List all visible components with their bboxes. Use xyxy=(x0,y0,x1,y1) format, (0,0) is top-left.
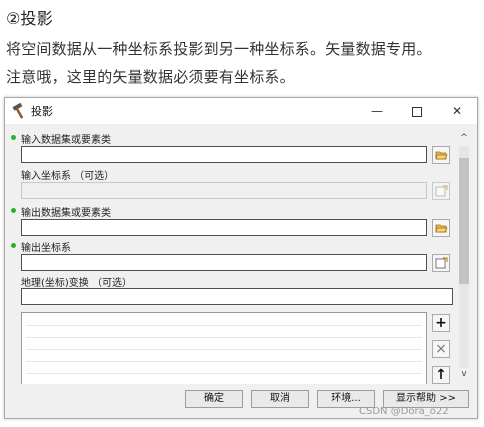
dialog-title: 投影 xyxy=(31,105,53,118)
input-coordsys-field[interactable] xyxy=(21,182,427,199)
folder-open-icon xyxy=(435,151,448,160)
properties-icon xyxy=(435,257,448,269)
browse-input-button[interactable] xyxy=(432,146,450,164)
description-line-2: 注意哦，这里的矢量数据必须要有坐标系。 xyxy=(6,68,295,86)
title-bar[interactable]: 投影 — ✕ xyxy=(5,98,477,124)
geo-transform-list[interactable] xyxy=(21,312,427,384)
properties-icon xyxy=(435,185,448,197)
vertical-scrollbar[interactable]: ^ v xyxy=(457,130,471,382)
folder-open-icon xyxy=(435,224,448,233)
add-item-button[interactable]: + xyxy=(432,314,450,332)
section-heading: ②投影 xyxy=(6,9,53,28)
geo-transform-field[interactable] xyxy=(21,288,453,305)
scroll-down-arrow[interactable]: v xyxy=(457,368,471,380)
maximize-icon xyxy=(412,106,422,117)
hammer-icon xyxy=(11,102,29,120)
input-dataset-field[interactable] xyxy=(21,146,427,163)
required-indicator xyxy=(11,208,16,213)
input-coordsys-properties-button[interactable] xyxy=(432,182,450,200)
browse-output-button[interactable] xyxy=(432,219,450,237)
watermark: CSDN @Dora_o22 xyxy=(359,406,449,417)
move-up-button[interactable]: ↑ xyxy=(432,366,450,384)
required-indicator xyxy=(11,135,16,140)
parameters-panel: 输入数据集或要素类 输入坐标系 （可选） 输出数据集或要素类 输出坐标系 地理(… xyxy=(5,124,477,384)
output-coordsys-properties-button[interactable] xyxy=(432,254,450,272)
input-coordsys-label: 输入坐标系 （可选） xyxy=(21,171,115,182)
scroll-up-arrow[interactable]: ^ xyxy=(457,132,471,144)
output-dataset-field[interactable] xyxy=(21,219,427,236)
geo-transform-label: 地理(坐标)变换 （可选） xyxy=(21,278,132,289)
output-coordsys-label: 输出坐标系 xyxy=(21,243,71,254)
description-line-1: 将空间数据从一种坐标系投影到另一种坐标系。矢量数据专用。 xyxy=(6,40,432,58)
output-dataset-label: 输出数据集或要素类 xyxy=(21,208,111,219)
cancel-button[interactable]: 取消 xyxy=(251,390,309,408)
minimize-button[interactable]: — xyxy=(357,98,397,124)
scroll-thumb[interactable] xyxy=(459,158,469,284)
close-button[interactable]: ✕ xyxy=(437,98,477,124)
input-dataset-label: 输入数据集或要素类 xyxy=(21,135,111,146)
maximize-button[interactable] xyxy=(397,98,437,124)
ok-button[interactable]: 确定 xyxy=(185,390,243,408)
project-tool-dialog: 投影 — ✕ 输入数据集或要素类 输入坐标系 （可选） 输出数据集或要素类 输出… xyxy=(4,97,478,419)
output-coordsys-field[interactable] xyxy=(21,254,427,271)
remove-item-button[interactable]: × xyxy=(432,340,450,358)
required-indicator xyxy=(11,243,16,248)
